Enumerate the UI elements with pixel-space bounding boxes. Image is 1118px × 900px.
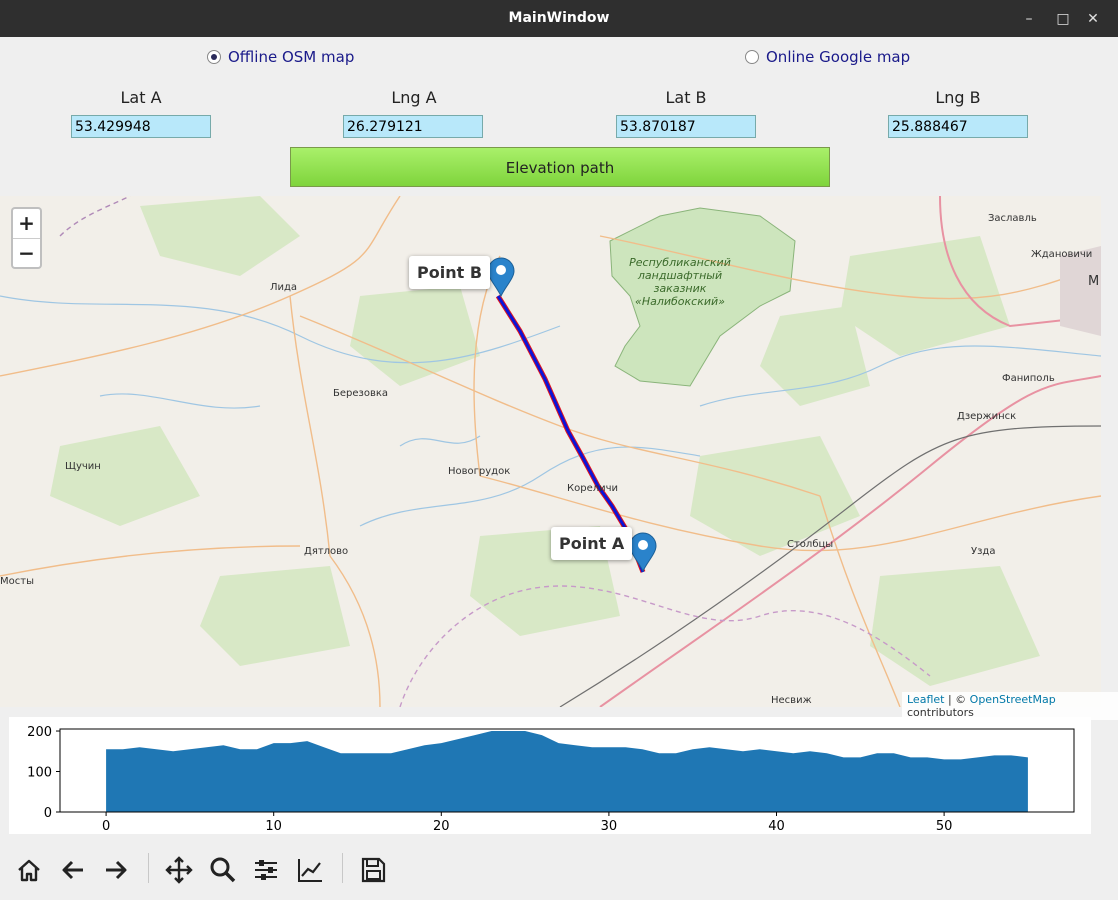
place-minsk-edge: М [1088,274,1099,289]
minimize-button[interactable]: – [1020,10,1038,28]
radio-checked-icon [207,50,221,64]
lat-a-input[interactable] [71,115,211,138]
save-icon[interactable] [357,854,389,886]
customize-icon[interactable] [294,854,326,886]
elevation-path-button[interactable]: Elevation path [290,147,830,187]
x-tick-label: 50 [936,819,953,834]
home-icon[interactable] [13,854,45,886]
place-dzerzhinsk: Дзержинск [957,411,1016,422]
reserve-label-2: ландшафтный [637,269,722,282]
x-tick-label: 30 [601,819,618,834]
toolbar-separator [342,853,343,883]
elevation-area [106,731,1028,812]
marker-a-icon[interactable] [629,532,657,573]
online-google-label: Online Google map [766,48,911,66]
title-bar: MainWindow – □ ✕ [0,0,1118,37]
y-tick-label: 0 [44,806,52,821]
x-tick-label: 40 [768,819,785,834]
lat-b-label: Lat B [665,88,707,107]
zoom-in-button[interactable]: + [13,209,40,239]
lat-b-input[interactable] [616,115,756,138]
reserve-label-4: «Налибокский» [635,295,725,308]
forward-icon[interactable] [100,854,132,886]
attribution-separator: | © [944,693,970,706]
y-tick-label: 100 [27,766,52,781]
online-google-radio[interactable]: Online Google map [745,48,910,66]
radio-unchecked-icon [745,50,759,64]
lng-a-input[interactable] [343,115,483,138]
place-mosty: Мосты [0,576,34,587]
map-canvas[interactable]: Лида Березовка Щучин Новогрудок Кореличи… [0,196,1101,707]
zoom-icon[interactable] [207,854,239,886]
marker-b-icon[interactable] [487,257,515,298]
place-lida: Лида [270,282,297,293]
elevation-chart-svg: 0 10 20 30 40 50 0 100 200 [27,725,1075,834]
point-a-popup: Point A [551,527,633,560]
place-novogrudok: Новогрудок [448,466,510,477]
back-icon[interactable] [57,854,89,886]
lng-a-label: Lng A [391,88,437,107]
offline-osm-label: Offline OSM map [228,48,355,66]
elevation-chart[interactable]: 0 10 20 30 40 50 0 100 200 [9,717,1091,834]
x-tick-label: 20 [433,819,450,834]
place-nesvizh: Несвиж [771,695,812,706]
reserve-label-1: Республиканский [629,256,731,269]
y-tick-label: 200 [27,725,52,740]
reserve-label-3: заказник [654,282,707,295]
map-view[interactable]: Лида Березовка Щучин Новогрудок Кореличи… [0,196,1101,707]
map-attribution: Leaflet | © OpenStreetMap contributors [902,692,1118,720]
place-dyatlovo: Дятлово [304,546,348,557]
place-berezovka: Березовка [333,388,388,399]
point-b-popup: Point B [409,256,491,289]
pan-icon[interactable] [163,854,195,886]
offline-osm-radio[interactable]: Offline OSM map [207,48,354,66]
place-stolbtsy: Столбцы [787,539,833,550]
x-tick-label: 0 [102,819,110,834]
lng-b-label: Lng B [935,88,981,107]
maximize-button[interactable]: □ [1054,10,1072,28]
plot-toolbar [0,845,1118,900]
toolbar-separator [148,853,149,883]
forest-areas [50,196,1040,686]
place-uzda: Узда [971,546,995,557]
lng-b-input[interactable] [888,115,1028,138]
leaflet-link[interactable]: Leaflet [907,693,944,706]
close-button[interactable]: ✕ [1084,10,1102,28]
zoom-control: + − [11,207,42,269]
subplots-icon[interactable] [250,854,282,886]
window-title: MainWindow [508,10,610,26]
zoom-out-button[interactable]: − [13,239,40,268]
district-border-nw [59,196,131,237]
place-korelichi: Кореличи [567,483,618,494]
osm-link[interactable]: OpenStreetMap [970,693,1056,706]
lat-a-label: Lat A [120,88,162,107]
place-fanipol: Фаниполь [1002,373,1055,384]
x-tick-label: 10 [265,819,282,834]
place-zaslavl: Заславль [988,213,1037,224]
district-border [399,585,931,707]
place-shchuchin: Щучин [65,461,101,472]
place-zhdanovichi: Ждановичи [1031,249,1092,260]
